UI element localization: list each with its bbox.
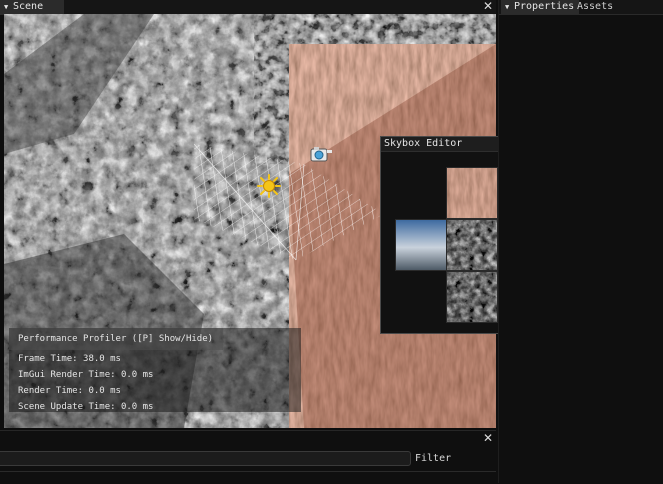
filter-input[interactable] xyxy=(0,451,411,466)
filter-label: Filter xyxy=(415,453,452,464)
tab-menu-arrow-icon[interactable]: ▼ xyxy=(505,0,514,14)
profiler-imgui-render-time: ImGui Render Time: 0.0 ms xyxy=(18,370,154,380)
profiler-render-time: Render Time: 0.0 ms xyxy=(18,386,121,396)
inspector-tab-bar: ▼ Properties Assets xyxy=(499,0,663,15)
console-divider xyxy=(0,471,496,472)
inspector-panel: ▼ Properties Assets xyxy=(498,0,663,483)
tab-properties[interactable]: ▼ Properties xyxy=(501,0,580,14)
performance-profiler-panel: Performance Profiler ([P] Show/Hide) Fra… xyxy=(9,328,301,412)
profiler-frame-time: Frame Time: 38.0 ms xyxy=(18,354,121,364)
tab-properties-label: Properties xyxy=(514,1,575,12)
skybox-face-top[interactable] xyxy=(446,167,498,219)
scene-close-icon[interactable]: ✕ xyxy=(482,0,494,14)
console-close-icon[interactable]: ✕ xyxy=(482,432,494,446)
tab-scene[interactable]: ▼ Scene xyxy=(0,0,64,14)
tab-menu-arrow-icon[interactable]: ▼ xyxy=(4,0,13,14)
skybox-editor-title: Skybox Editor xyxy=(384,138,463,149)
tab-assets[interactable]: Assets xyxy=(573,0,618,14)
scene-tab-bar: ▼ Scene ✕ xyxy=(0,0,496,15)
tab-scene-label: Scene xyxy=(13,1,44,12)
profiler-scene-update-time: Scene Update Time: 0.0 ms xyxy=(18,402,154,412)
skybox-face-front[interactable] xyxy=(446,219,498,271)
skybox-face-left[interactable] xyxy=(395,219,447,271)
tab-assets-label: Assets xyxy=(577,1,614,12)
camera-icon[interactable] xyxy=(309,146,333,162)
skybox-face-bottom[interactable] xyxy=(446,271,498,323)
profiler-title: Performance Profiler ([P] Show/Hide) xyxy=(18,334,214,344)
sun-icon[interactable] xyxy=(257,174,281,198)
console-panel: ✕ Filter xyxy=(0,430,496,484)
